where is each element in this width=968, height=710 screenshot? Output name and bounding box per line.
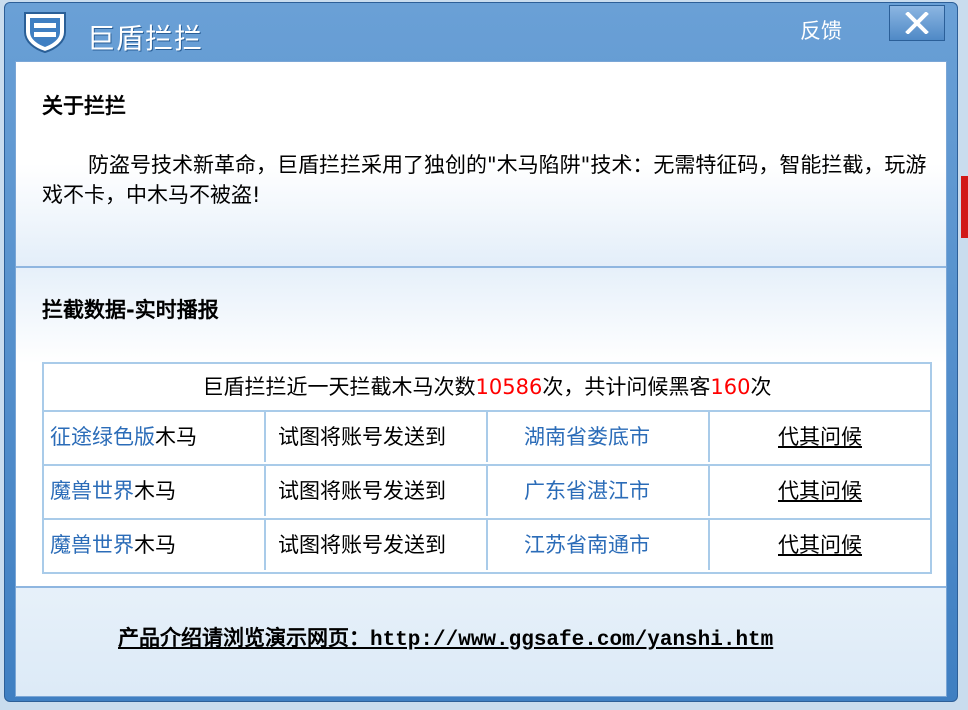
location-cell: 广东省湛江市 xyxy=(488,466,710,516)
trojan-label: 木马 xyxy=(155,425,197,449)
summary-middle: 次，共计问候黑客 xyxy=(542,375,711,399)
footer-label: 产品介绍请浏览演示网页： xyxy=(118,626,370,650)
summary-prefix: 巨盾拦拦近一天拦截木马次数 xyxy=(202,375,476,399)
greet-link[interactable]: 代其问候 xyxy=(778,425,862,449)
location-cell: 湖南省娄底市 xyxy=(488,412,710,462)
report-table: 巨盾拦拦近一天拦截木马次数10586次，共计问候黑客160次 征途绿色版木马 试… xyxy=(42,362,932,574)
table-row: 魔兽世界木马 试图将账号发送到 江苏省南通市 代其问候 xyxy=(44,518,930,572)
shield-icon xyxy=(24,12,66,54)
greet-link[interactable]: 代其问候 xyxy=(778,533,862,557)
about-heading: 关于拦拦 xyxy=(42,94,126,118)
summary-line: 巨盾拦拦近一天拦截木马次数10586次，共计问候黑客160次 xyxy=(44,364,930,410)
game-cell: 魔兽世界木马 xyxy=(44,520,266,570)
close-icon xyxy=(905,12,929,34)
about-section: 关于拦拦 防盗号技术新革命，巨盾拦拦采用了独创的"木马陷阱"技术：无需特征码，智… xyxy=(16,62,946,268)
trojan-label: 木马 xyxy=(134,479,176,503)
table-row: 魔兽世界木马 试图将账号发送到 广东省湛江市 代其问候 xyxy=(44,464,930,518)
game-name: 征途绿色版 xyxy=(50,425,155,449)
intercept-data-section: 拦截数据-实时播报 巨盾拦拦近一天拦截木马次数10586次，共计问候黑客160次… xyxy=(16,268,946,588)
window-title: 巨盾拦拦 xyxy=(87,22,204,55)
table-row: 征途绿色版木马 试图将账号发送到 湖南省娄底市 代其问候 xyxy=(44,410,930,464)
game-cell: 魔兽世界木马 xyxy=(44,466,266,516)
title-bar[interactable]: 巨盾拦拦 反馈 xyxy=(5,3,957,59)
blocked-count: 10586 xyxy=(475,375,543,399)
greet-cell: 代其问候 xyxy=(710,466,930,516)
greet-count: 160 xyxy=(710,375,751,399)
trojan-label: 木马 xyxy=(134,533,176,557)
summary-suffix: 次 xyxy=(750,375,772,399)
footer-url: http://www.ggsafe.com/yanshi.htm xyxy=(370,629,774,652)
greet-link[interactable]: 代其问候 xyxy=(778,479,862,503)
dialog-window: 巨盾拦拦 反馈 关于拦拦 防盗号技术新革命，巨盾拦拦采用了独创的"木马陷阱"技术… xyxy=(4,2,958,702)
background-edge-mark xyxy=(961,176,968,238)
action-cell: 试图将账号发送到 xyxy=(266,412,488,462)
action-cell: 试图将账号发送到 xyxy=(266,520,488,570)
close-button[interactable] xyxy=(889,5,945,41)
location-cell: 江苏省南通市 xyxy=(488,520,710,570)
action-cell: 试图将账号发送到 xyxy=(266,466,488,516)
game-name: 魔兽世界 xyxy=(50,479,134,503)
data-heading: 拦截数据-实时播报 xyxy=(42,298,219,322)
feedback-link[interactable]: 反馈 xyxy=(800,15,842,45)
greet-cell: 代其问候 xyxy=(710,520,930,570)
game-name: 魔兽世界 xyxy=(50,533,134,557)
greet-cell: 代其问候 xyxy=(710,412,930,462)
demo-page-link[interactable]: 产品介绍请浏览演示网页：http://www.ggsafe.com/yanshi… xyxy=(118,622,773,652)
dialog-content: 关于拦拦 防盗号技术新革命，巨盾拦拦采用了独创的"木马陷阱"技术：无需特征码，智… xyxy=(15,61,947,697)
about-text: 防盗号技术新革命，巨盾拦拦采用了独创的"木马陷阱"技术：无需特征码，智能拦截，玩… xyxy=(42,153,927,207)
game-cell: 征途绿色版木马 xyxy=(44,412,266,462)
